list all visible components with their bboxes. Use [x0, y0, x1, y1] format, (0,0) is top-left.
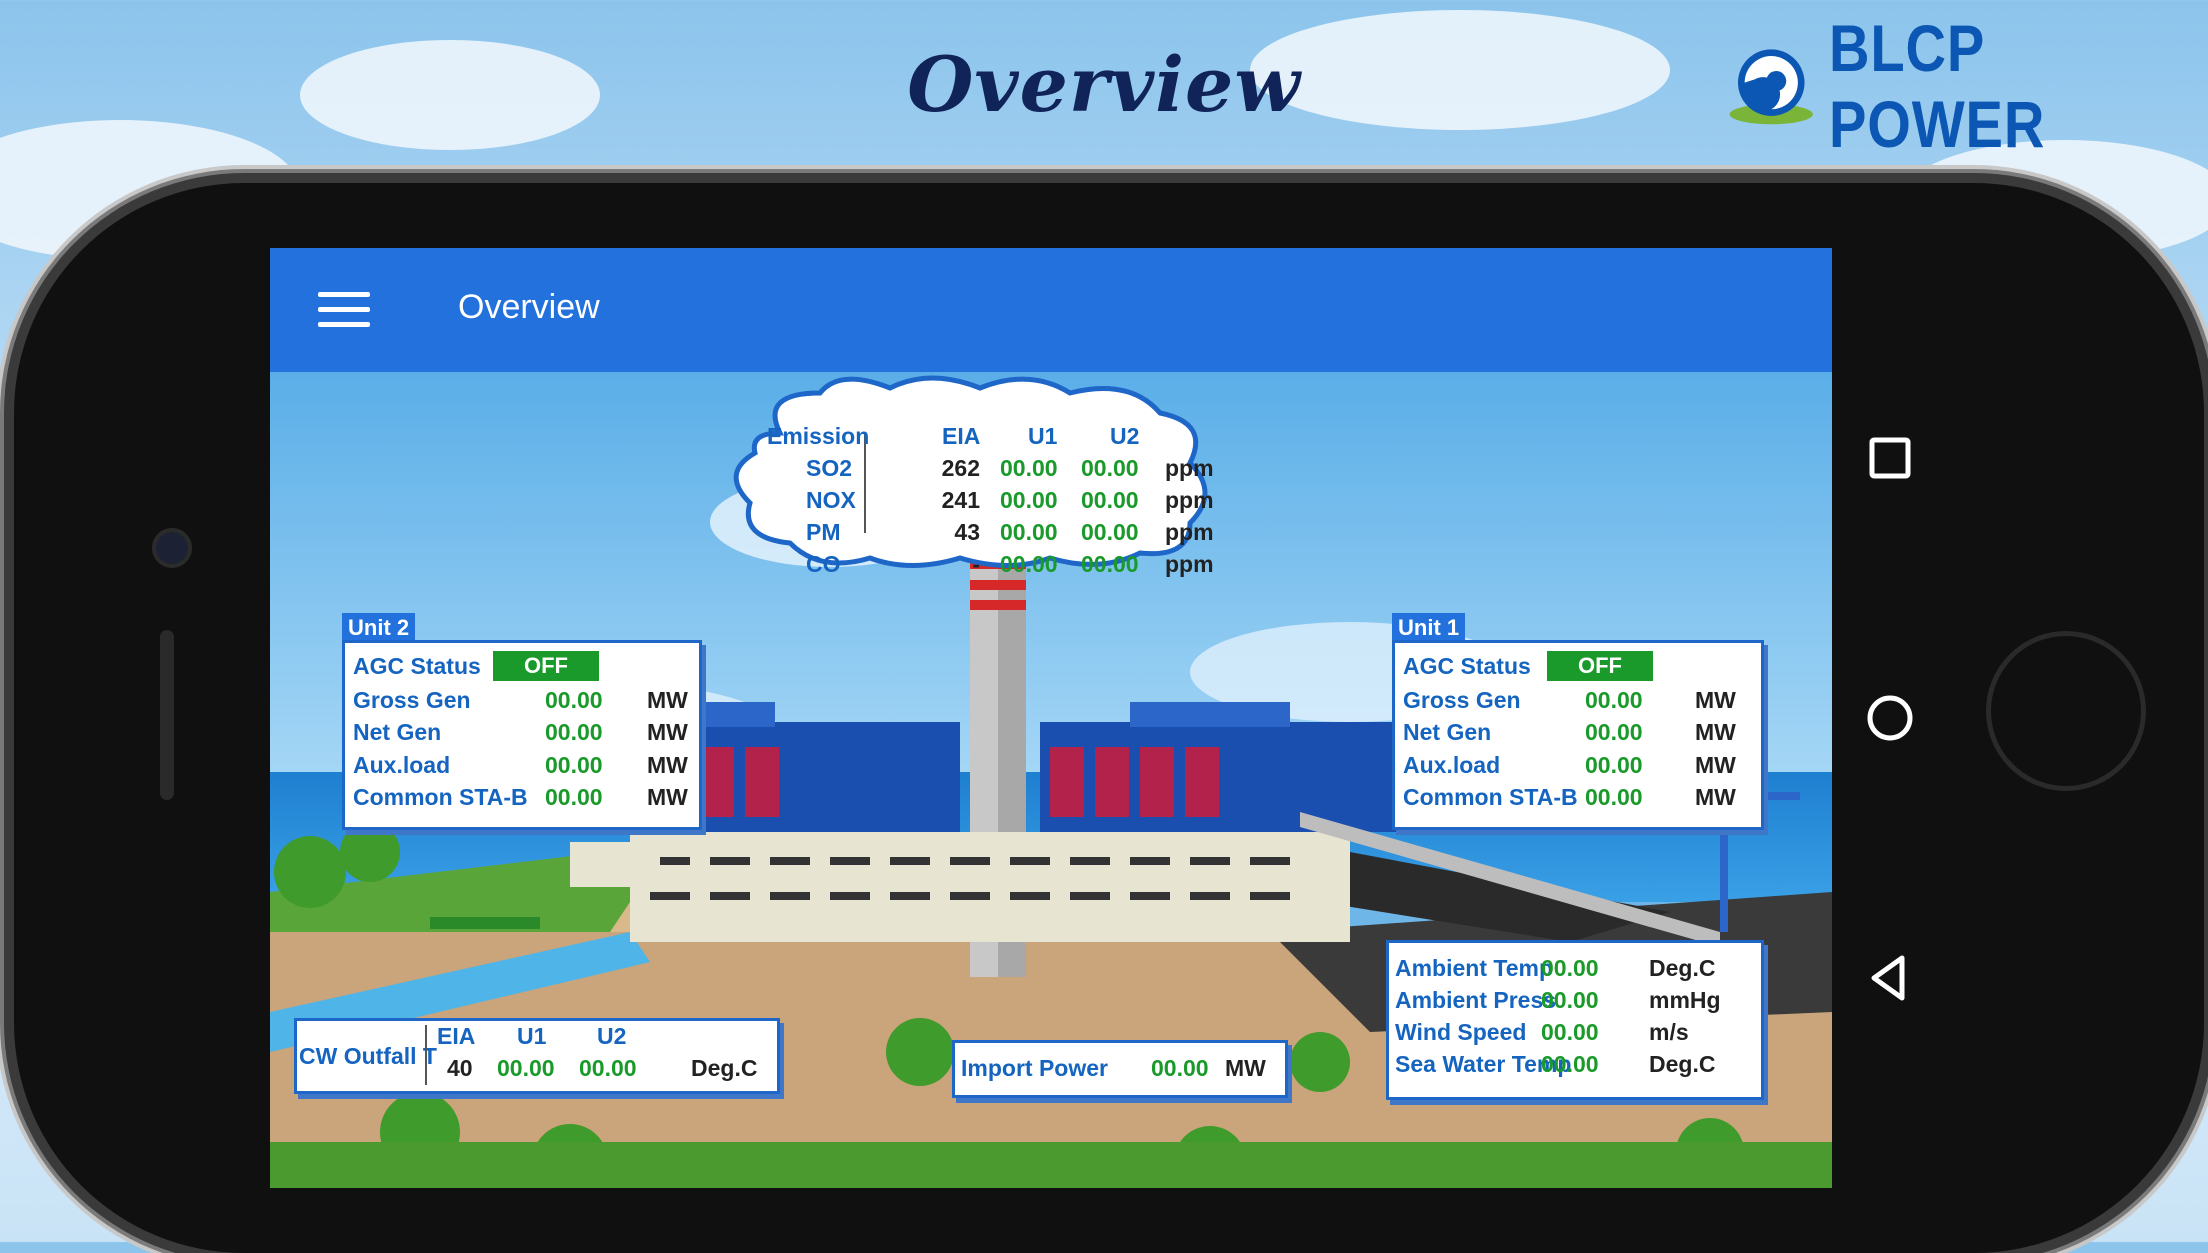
- brand-name: BLCP POWER: [1828, 11, 2045, 161]
- weather-row-label: Wind Speed: [1395, 1019, 1527, 1045]
- emission-row-eia: 241: [941, 487, 980, 513]
- unit1-row-unit: MW: [1695, 719, 1736, 745]
- unit2-row-unit: MW: [647, 687, 688, 713]
- unit1-row-label: Net Gen: [1403, 719, 1492, 745]
- emission-row-unit: ppm: [1165, 487, 1214, 513]
- unit1-title: Unit 1: [1392, 613, 1466, 643]
- weather-row-value: 00.00: [1541, 987, 1599, 1013]
- hamburger-icon[interactable]: [318, 292, 370, 328]
- unit2-row-value: 00.00: [545, 719, 603, 745]
- weather-row-unit: Deg.C: [1649, 1051, 1716, 1077]
- unit1-agc-label: AGC Status: [1403, 653, 1531, 679]
- weather-row-label: Ambient Press: [1395, 987, 1557, 1013]
- cw-outfall-divider: [425, 1025, 427, 1085]
- brand-logo: BLCP POWER: [1728, 10, 2208, 162]
- weather-row-value: 00.00: [1541, 1051, 1599, 1077]
- recents-icon[interactable]: [1860, 428, 1920, 488]
- unit1-row-unit: MW: [1695, 784, 1736, 810]
- unit2-agc-label: AGC Status: [353, 653, 481, 679]
- weather-row-unit: mmHg: [1649, 987, 1721, 1013]
- unit2-row-value: 00.00: [545, 784, 603, 810]
- cw-outfall-panel: CW Outfall T EIA U1 U2 40 00.00 00.00 De…: [294, 1018, 780, 1094]
- unit1-row-label: Gross Gen: [1403, 687, 1521, 713]
- android-navigation-bar: [1832, 248, 1948, 1188]
- emission-row-eia: 43: [954, 519, 980, 545]
- cw-outfall-u1-value: 00.00: [497, 1055, 555, 1081]
- back-icon[interactable]: [1860, 948, 1920, 1008]
- unit1-row-label: Common STA-B: [1403, 784, 1578, 810]
- emission-row-name: SO2: [806, 455, 853, 481]
- unit1-row-unit: MW: [1695, 752, 1736, 778]
- unit1-row-value: 00.00: [1585, 687, 1643, 713]
- unit1-agc-status-badge: OFF: [1547, 651, 1653, 681]
- weather-row-label: Ambient Temp: [1395, 955, 1554, 981]
- cw-outfall-unit: Deg.C: [691, 1055, 758, 1081]
- unit2-row-label: Net Gen: [353, 719, 442, 745]
- emission-row-u2: 00.00: [1081, 487, 1139, 513]
- unit2-row-label: Gross Gen: [353, 687, 471, 713]
- emission-row-u1: 00.00: [1000, 551, 1058, 577]
- unit2-row-value: 00.00: [545, 752, 603, 778]
- unit2-row-value: 00.00: [545, 687, 603, 713]
- emission-heading: Emission: [767, 423, 870, 449]
- cw-outfall-col-u1: U1: [517, 1023, 547, 1049]
- emission-row-u1: 00.00: [1000, 487, 1058, 513]
- weather-row-unit: Deg.C: [1649, 955, 1716, 981]
- app-bar: Overview: [270, 248, 1832, 372]
- emission-row-name: NOX: [806, 487, 856, 513]
- unit1-row-label: Aux.load: [1403, 752, 1501, 778]
- camera-icon: [152, 528, 192, 568]
- unit2-row-unit: MW: [647, 752, 688, 778]
- unit1-panel: AGC Status OFF Gross Gen 00.00 MW Net Ge…: [1392, 640, 1764, 830]
- cw-outfall-col-eia: EIA: [437, 1023, 476, 1049]
- weather-row-value: 00.00: [1541, 955, 1599, 981]
- unit2-row-unit: MW: [647, 719, 688, 745]
- import-power-value: 00.00: [1151, 1055, 1209, 1081]
- emission-row-u1: 00.00: [1000, 519, 1058, 545]
- import-power-label: Import Power: [961, 1055, 1108, 1081]
- emission-row-u2: 00.00: [1081, 455, 1139, 481]
- cw-outfall-u2-value: 00.00: [579, 1055, 637, 1081]
- emission-row-unit: ppm: [1165, 519, 1214, 545]
- app-bar-title: Overview: [458, 288, 600, 326]
- unit2-panel: AGC Status OFF Gross Gen 00.00 MW Net Ge…: [342, 640, 702, 830]
- unit1-row-value: 00.00: [1585, 752, 1643, 778]
- emission-row-name: PM: [806, 519, 841, 545]
- unit1-row-unit: MW: [1695, 687, 1736, 713]
- unit2-row-label: Common STA-B: [353, 784, 528, 810]
- unit2-agc-status-badge: OFF: [493, 651, 599, 681]
- cw-outfall-label: CW Outfall T: [299, 1043, 437, 1069]
- emission-row-eia: 262: [941, 455, 980, 481]
- emission-col-eia: EIA: [942, 423, 981, 449]
- unit2-row-unit: MW: [647, 784, 688, 810]
- emission-row-unit: ppm: [1165, 455, 1214, 481]
- unit1-row-value: 00.00: [1585, 719, 1643, 745]
- emission-row-name: CO: [806, 551, 841, 577]
- app-screen: Overview Emission EIA U1 U2 SO2 262 00.0…: [270, 248, 1832, 1188]
- blcp-logo-icon: [1729, 49, 1813, 125]
- emission-row-u2: 00.00: [1081, 519, 1139, 545]
- cw-outfall-eia-value: 40: [447, 1055, 473, 1081]
- weather-panel: Ambient Temp 00.00 Deg.C Ambient Press 0…: [1386, 940, 1764, 1100]
- emission-row-eia: -: [972, 551, 980, 577]
- unit1-row-value: 00.00: [1585, 784, 1643, 810]
- weather-row-unit: m/s: [1649, 1019, 1689, 1045]
- emission-col-u1: U1: [1028, 423, 1058, 449]
- emission-row-unit: ppm: [1165, 551, 1214, 577]
- emission-row-u2: 00.00: [1081, 551, 1139, 577]
- cw-outfall-col-u2: U2: [597, 1023, 627, 1049]
- import-power-panel: Import Power 00.00 MW: [952, 1040, 1288, 1098]
- weather-row-value: 00.00: [1541, 1019, 1599, 1045]
- unit2-title: Unit 2: [342, 613, 416, 643]
- unit2-row-label: Aux.load: [353, 752, 451, 778]
- emission-row-u1: 00.00: [1000, 455, 1058, 481]
- home-button[interactable]: [1986, 631, 2146, 791]
- speaker-grille: [160, 630, 174, 800]
- emission-col-u2: U2: [1110, 423, 1140, 449]
- import-power-unit: MW: [1225, 1055, 1266, 1081]
- home-icon[interactable]: [1860, 688, 1920, 748]
